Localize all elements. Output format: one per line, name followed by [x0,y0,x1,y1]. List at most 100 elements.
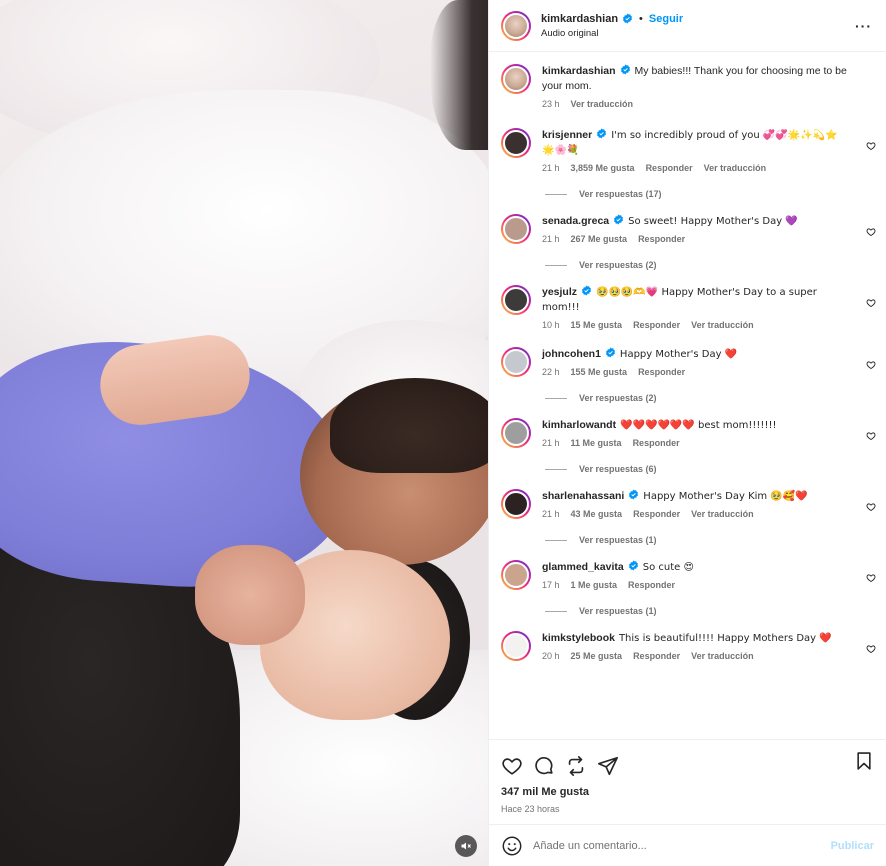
view-replies-label: Ver respuestas (1) [579,606,657,616]
follow-button[interactable]: Seguir [649,13,683,25]
reply-button[interactable]: Responder [633,651,680,661]
comment-likes[interactable]: 25 Me gusta [571,651,623,661]
post-media[interactable] [0,0,488,866]
comment-time[interactable]: 21 h [542,234,560,244]
comment-icon[interactable] [533,755,555,777]
avatar[interactable] [501,64,531,94]
view-replies-label: Ver respuestas (2) [579,260,657,270]
translate-link[interactable]: Ver traducción [691,509,754,519]
child-hand [195,545,305,645]
comment-container: krisjenner I'm so incredibly proud of you… [489,128,886,661]
avatar[interactable] [501,347,531,377]
reply-button[interactable]: Responder [628,580,675,590]
comment-time[interactable]: 20 h [542,651,560,661]
comment-likes[interactable]: 15 Me gusta [571,320,623,330]
list-item: kimharlowandt ❤️❤️❤️❤️❤️❤️ best mom!!!!!!… [489,418,886,474]
smile-icon[interactable] [501,835,523,857]
post-time[interactable]: Hace 23 horas [501,804,874,814]
comment-text: This is beautiful!!!! Happy Mothers Day … [618,633,832,644]
translate-link[interactable]: Ver traducción [691,320,754,330]
replies-line [545,468,567,470]
comment-username[interactable]: yesjulz [542,286,577,298]
comment-username[interactable]: krisjenner [542,129,592,141]
avatar[interactable] [501,489,531,519]
heart-icon[interactable] [866,644,876,654]
comment-time[interactable]: 10 h [542,320,560,330]
comment-time[interactable]: 21 h [542,163,560,173]
heart-icon[interactable] [866,431,876,441]
avatar[interactable] [501,285,531,315]
avatar[interactable] [501,128,531,158]
comment-likes[interactable]: 3,859 Me gusta [571,163,635,173]
caption-username[interactable]: kimkardashian [542,65,616,77]
reply-button[interactable]: Responder [633,438,680,448]
comment-username[interactable]: kimharlowandt [542,419,616,431]
heart-icon[interactable] [866,502,876,512]
verified-badge-icon [629,489,639,500]
list-item: glammed_kavita So cute 😍 17 h 1 Me gusta Res… [489,560,886,616]
comment-likes[interactable]: 11 Me gusta [571,438,622,448]
avatar[interactable] [501,10,531,41]
comment: johncohen1 Happy Mother's Day ❤️ 22 h 155 M… [489,347,886,377]
caption-time[interactable]: 23 h [542,99,560,109]
heart-icon[interactable] [866,141,876,151]
child-hair [330,378,488,473]
avatar[interactable] [501,631,531,661]
translate-link[interactable]: Ver traducción [691,651,754,661]
reply-button[interactable]: Responder [633,509,680,519]
view-replies-button[interactable]: Ver respuestas (17) [545,189,886,199]
comment-likes[interactable]: 267 Me gusta [571,234,628,244]
reply-button[interactable]: Responder [633,320,680,330]
comment: glammed_kavita So cute 😍 17 h 1 Me gusta Res… [489,560,886,590]
reply-button[interactable]: Responder [638,367,685,377]
verified-badge-icon [597,128,607,139]
share-icon[interactable] [565,755,587,777]
comment-username[interactable]: sharlenahassani [542,490,624,502]
comment-username[interactable]: johncohen1 [542,348,601,360]
publish-button[interactable]: Publicar [831,840,874,852]
translate-link[interactable]: Ver traducción [571,99,634,109]
post-viewer: kimkardashian • Seguir Audio original ··… [0,0,886,866]
comment-username[interactable]: glammed_kavita [542,561,624,573]
comments-list[interactable]: kimkardashian My babies!!! Thank you for … [489,52,886,739]
bookmark-icon[interactable] [854,750,874,772]
view-replies-button[interactable]: Ver respuestas (2) [545,260,886,270]
avatar[interactable] [501,214,531,244]
heart-icon[interactable] [866,298,876,308]
replies-line [545,264,567,266]
comment-time[interactable]: 21 h [542,509,560,519]
comment-likes[interactable]: 43 Me gusta [571,509,623,519]
translate-link[interactable]: Ver traducción [704,163,767,173]
comment-username[interactable]: kimkstylebook [542,632,615,644]
heart-icon[interactable] [866,360,876,370]
comment-time[interactable]: 22 h [542,367,560,377]
more-icon[interactable]: ··· [855,18,872,34]
avatar[interactable] [501,418,531,448]
view-replies-button[interactable]: Ver respuestas (1) [545,535,886,545]
replies-line [545,193,567,195]
comment-likes[interactable]: 155 Me gusta [571,367,628,377]
heart-icon[interactable] [501,755,523,777]
comment-time[interactable]: 17 h [542,580,560,590]
send-icon[interactable] [597,755,619,777]
heart-icon[interactable] [866,573,876,583]
view-replies-button[interactable]: Ver respuestas (6) [545,464,886,474]
view-replies-button[interactable]: Ver respuestas (1) [545,606,886,616]
comment: kimkstylebook This is beautiful!!!! Happy… [489,631,886,661]
comment-text: So sweet! Happy Mother's Day 💜 [628,216,798,227]
heart-icon[interactable] [866,227,876,237]
comment-input[interactable]: Añade un comentario... [533,840,831,852]
view-replies-button[interactable]: Ver respuestas (2) [545,393,886,403]
comment-likes[interactable]: 1 Me gusta [571,580,618,590]
mute-button[interactable] [455,835,477,857]
reply-button[interactable]: Responder [638,234,685,244]
avatar[interactable] [501,560,531,590]
comment-username[interactable]: senada.greca [542,215,609,227]
comment-text: So cute 😍 [642,562,694,573]
reply-button[interactable]: Responder [646,163,693,173]
comment-time[interactable]: 21 h [542,438,560,448]
header-username[interactable]: kimkardashian [541,13,618,25]
audio-label[interactable]: Audio original [541,28,683,39]
list-item: johncohen1 Happy Mother's Day ❤️ 22 h 155 M… [489,347,886,403]
likes-count[interactable]: 347 mil Me gusta [501,786,874,798]
